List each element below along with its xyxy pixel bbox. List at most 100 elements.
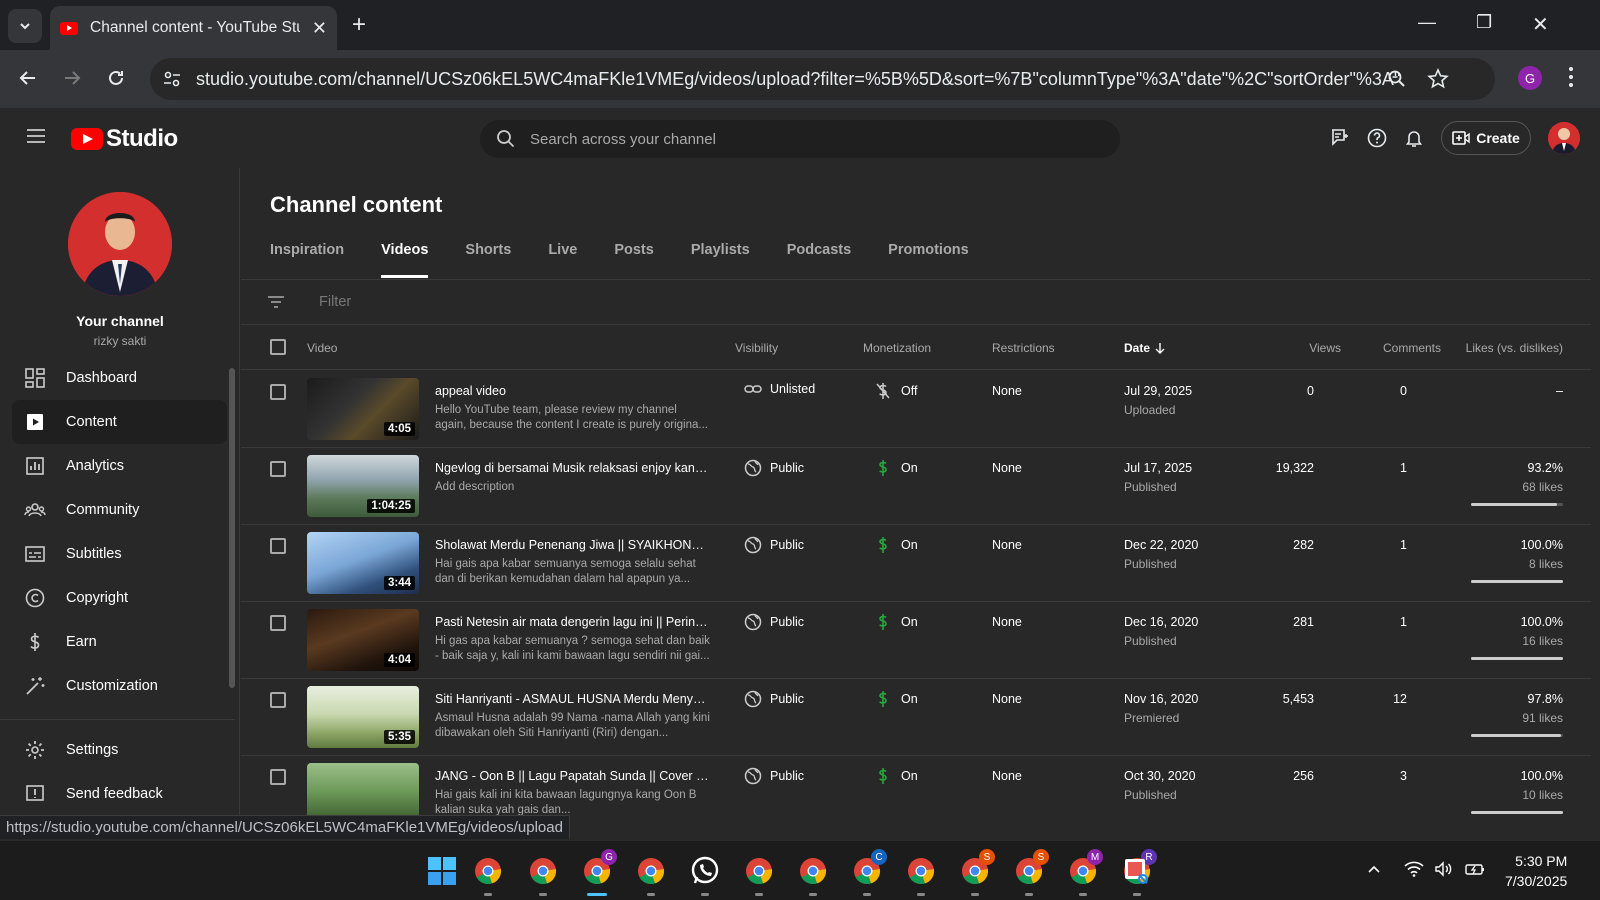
sidebar-item-copyright[interactable]: Copyright	[12, 576, 227, 620]
visibility-cell[interactable]: Public	[744, 536, 804, 554]
menu-button[interactable]	[26, 128, 46, 144]
video-thumbnail[interactable]: 1:04:25	[307, 455, 419, 517]
browser-tab-active[interactable]: Channel content - YouTube Studio ✕	[50, 6, 337, 50]
sidebar-item-analytics[interactable]: Analytics	[12, 444, 227, 488]
site-info-icon[interactable]	[162, 69, 182, 89]
video-thumbnail[interactable]: 5:35	[307, 686, 419, 748]
taskbar-chrome-window[interactable]	[905, 855, 937, 887]
taskbar-chrome-window[interactable]: M	[1067, 849, 1103, 887]
video-title[interactable]: Pasti Netesin air mata dengerin lagu ini…	[435, 615, 710, 629]
tab-search-button[interactable]	[8, 9, 42, 43]
visibility-cell[interactable]: Public	[744, 767, 804, 785]
taskbar-snipping-tool[interactable]	[1121, 855, 1153, 887]
notifications-button[interactable]	[1404, 128, 1424, 148]
monetization-cell[interactable]: On	[875, 690, 918, 708]
tab-close-icon[interactable]: ✕	[312, 18, 327, 39]
browser-profile-avatar[interactable]: G	[1518, 66, 1542, 90]
back-button[interactable]	[18, 68, 38, 88]
browser-menu-button[interactable]	[1568, 66, 1574, 88]
monetization-cell[interactable]: Off	[875, 382, 917, 400]
column-date-sort[interactable]: Date	[1124, 341, 1165, 355]
sidebar-item-customization[interactable]: Customization	[12, 664, 227, 708]
table-row[interactable]: 4:04 Pasti Netesin air mata dengerin lagu…	[241, 601, 1591, 679]
row-checkbox[interactable]	[270, 692, 286, 708]
minimize-button[interactable]: —	[1418, 12, 1436, 33]
video-title[interactable]: appeal video	[435, 384, 710, 398]
zoom-icon[interactable]	[1387, 69, 1407, 89]
tab-playlists[interactable]: Playlists	[691, 242, 750, 274]
show-hidden-icons-button[interactable]	[1366, 861, 1382, 877]
tab-promotions[interactable]: Promotions	[888, 242, 969, 274]
row-checkbox[interactable]	[270, 538, 286, 554]
address-bar[interactable]: studio.youtube.com/channel/UCSz06kEL5WC4…	[150, 58, 1495, 100]
channel-avatar[interactable]	[68, 192, 172, 296]
tab-live[interactable]: Live	[548, 242, 577, 274]
monetization-cell[interactable]: On	[875, 459, 918, 477]
table-row[interactable]: 4:05 appeal video Hello YouTube team, plea…	[241, 370, 1591, 448]
visibility-cell[interactable]: Public	[744, 613, 804, 631]
forward-button[interactable]	[62, 68, 82, 88]
wifi-status[interactable]	[1404, 861, 1424, 877]
account-avatar[interactable]	[1548, 122, 1580, 154]
tab-videos[interactable]: Videos	[381, 242, 429, 278]
reload-button[interactable]	[106, 68, 126, 88]
select-all-checkbox[interactable]	[270, 339, 286, 355]
taskbar-chrome-window[interactable]: S	[1013, 849, 1049, 887]
help-button[interactable]	[1367, 128, 1387, 148]
table-row[interactable]: 5:35 Siti Hanriyanti - ASMAUL HUSNA Merdu…	[241, 678, 1591, 756]
studio-logo[interactable]: Studio	[71, 125, 178, 153]
video-thumbnail[interactable]: 4:05	[307, 378, 419, 440]
filter-bar[interactable]: Filter	[241, 280, 1591, 325]
video-thumbnail[interactable]: 4:04	[307, 609, 419, 671]
taskbar-whatsapp[interactable]	[689, 855, 721, 887]
tab-posts[interactable]: Posts	[614, 242, 654, 274]
whats-new-button[interactable]	[1330, 128, 1350, 148]
taskbar-chrome-window[interactable]	[527, 855, 559, 887]
table-row[interactable]: 1:04:25 Ngevlog di bersamai Musik relaksa…	[241, 447, 1591, 525]
taskbar-chrome-window[interactable]	[743, 855, 775, 887]
filter-icon[interactable]	[267, 295, 285, 309]
tab-podcasts[interactable]: Podcasts	[787, 242, 851, 274]
restore-button[interactable]: ❐	[1476, 12, 1492, 33]
table-row[interactable]: 3:44 Sholawat Merdu Penenang Jiwa || SYAI…	[241, 524, 1591, 602]
monetization-cell[interactable]: On	[875, 767, 918, 785]
row-checkbox[interactable]	[270, 615, 286, 631]
sidebar-scrollbar[interactable]	[229, 368, 235, 688]
sidebar-item-dashboard[interactable]: Dashboard	[12, 356, 227, 400]
taskbar-chrome-window[interactable]	[472, 855, 504, 887]
taskbar-chrome-window[interactable]: S	[959, 849, 995, 887]
battery-status[interactable]	[1464, 861, 1486, 877]
video-title[interactable]: Ngevlog di bersamai Musik relaksasi enjo…	[435, 461, 710, 475]
video-title[interactable]: JANG - Oon B || Lagu Papatah Sunda || Co…	[435, 769, 710, 783]
visibility-cell[interactable]: Public	[744, 690, 804, 708]
row-checkbox[interactable]	[270, 769, 286, 785]
sidebar-item-subtitles[interactable]: Subtitles	[12, 532, 227, 576]
row-checkbox[interactable]	[270, 384, 286, 400]
tab-inspiration[interactable]: Inspiration	[270, 242, 344, 274]
video-title[interactable]: Siti Hanriyanti - ASMAUL HUSNA Merdu Men…	[435, 692, 710, 706]
taskbar-chrome-window[interactable]: C	[851, 849, 887, 887]
taskbar-chrome-window[interactable]	[635, 855, 667, 887]
monetization-cell[interactable]: On	[875, 613, 918, 631]
taskbar-chrome-window[interactable]: G	[581, 849, 617, 887]
taskbar-chrome-window[interactable]	[797, 855, 829, 887]
windows-start-button[interactable]	[426, 855, 458, 887]
visibility-cell[interactable]: Public	[744, 459, 804, 477]
volume-status[interactable]	[1434, 861, 1454, 877]
sidebar-item-community[interactable]: Community	[12, 488, 227, 532]
search-input[interactable]: Search across your channel	[480, 120, 1120, 158]
sidebar-item-settings[interactable]: Settings	[12, 728, 227, 772]
taskbar-clock[interactable]: 5:30 PM 7/30/2025	[1505, 851, 1567, 891]
close-window-button[interactable]: ✕	[1532, 12, 1549, 37]
bookmark-star-icon[interactable]	[1427, 68, 1449, 90]
row-checkbox[interactable]	[270, 461, 286, 477]
sidebar-item-send-feedback[interactable]: Send feedback	[12, 772, 227, 816]
sidebar-item-earn[interactable]: Earn	[12, 620, 227, 664]
sidebar-item-content[interactable]: Content	[12, 400, 227, 444]
monetization-cell[interactable]: On	[875, 536, 918, 554]
video-title[interactable]: Sholawat Merdu Penenang Jiwa || SYAIKHON…	[435, 538, 710, 552]
new-tab-button[interactable]: +	[352, 11, 366, 39]
tab-shorts[interactable]: Shorts	[465, 242, 511, 274]
create-button[interactable]: Create	[1441, 121, 1531, 155]
visibility-cell[interactable]: Unlisted	[744, 382, 815, 396]
